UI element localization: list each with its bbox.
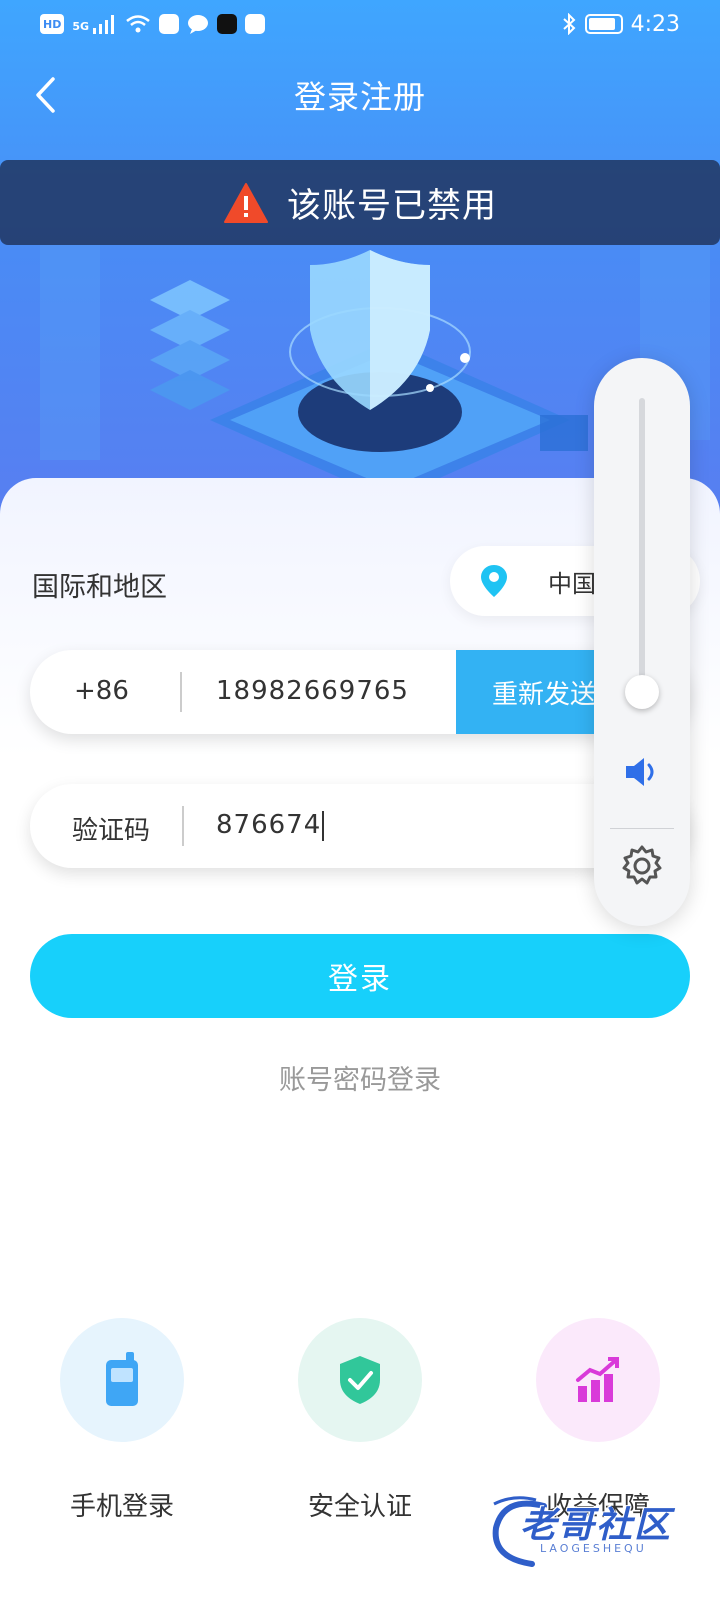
feature-shield-circle — [298, 1318, 422, 1442]
password-login-link[interactable]: 账号密码登录 — [0, 1058, 720, 1097]
back-button[interactable] — [22, 72, 68, 118]
region-value: 中国 — [548, 569, 596, 598]
resend-code-label: 重新发送 — [492, 679, 597, 710]
volume-divider — [610, 828, 674, 829]
message-icon — [188, 15, 209, 34]
country-code[interactable]: +86 — [74, 676, 129, 706]
text-caret — [322, 810, 325, 841]
volume-panel — [594, 358, 690, 926]
speaker-button[interactable] — [622, 754, 662, 794]
tiktok-icon — [217, 14, 238, 34]
feature-phone-login: 手机登录 — [60, 1318, 184, 1522]
phone-input-row: +86 18982669765 重新发送 — [30, 650, 690, 734]
phone-input[interactable]: 18982669765 — [216, 676, 409, 706]
code-value: 876674 — [216, 810, 322, 840]
watermark-subtext: LAOGESHEQU — [540, 1542, 647, 1555]
divider — [182, 806, 184, 846]
phone-icon — [106, 1352, 138, 1406]
feature-label: 安全认证 — [307, 1492, 412, 1522]
bluetooth-icon — [562, 13, 576, 35]
status-bar: HD 5G 4:23 — [0, 0, 720, 48]
page-title: 登录注册 — [293, 78, 426, 116]
feature-phone-circle — [60, 1318, 184, 1442]
feature-chart-circle — [536, 1318, 660, 1442]
region-label: 国际和地区 — [32, 572, 167, 603]
warning-icon — [224, 182, 268, 223]
code-input[interactable]: 876674 — [216, 810, 325, 841]
signal-icon — [93, 15, 115, 34]
growth-chart-icon — [576, 1357, 619, 1402]
feature-earnings: 收益保障 — [536, 1318, 660, 1522]
chevron-left-icon — [36, 77, 55, 113]
banner-text: 该账号已禁用 — [287, 186, 497, 226]
shield-check-icon — [340, 1356, 380, 1404]
navigation-bar: 登录注册 — [0, 60, 720, 130]
gear-icon — [622, 845, 662, 885]
wifi-icon — [126, 15, 150, 33]
battery-icon — [584, 14, 623, 34]
volume-slider-handle[interactable] — [625, 675, 659, 709]
feature-label: 手机登录 — [69, 1492, 174, 1522]
speaker-icon — [626, 758, 654, 786]
divider — [180, 672, 182, 712]
location-pin-icon — [481, 565, 507, 597]
status-time: 4:23 — [630, 11, 680, 37]
account-disabled-banner: 该账号已禁用 — [0, 160, 720, 245]
feature-security: 安全认证 — [298, 1318, 422, 1522]
code-label: 验证码 — [72, 816, 151, 846]
code-input-row: 验证码 876674 — [30, 784, 690, 868]
volume-settings-button[interactable] — [620, 844, 664, 892]
login-button[interactable]: 登录 — [30, 934, 690, 1018]
watermark-text: 老哥社区 — [520, 1505, 673, 1546]
volume-track[interactable] — [639, 398, 645, 698]
status-right: 4:23 — [561, 12, 680, 37]
hd-badge-icon: HD — [40, 14, 65, 34]
status-left: HD 5G — [40, 14, 266, 34]
app-notification-icon-2 — [245, 14, 266, 34]
watermark-logo: 老哥社区 LAOGESHEQU — [484, 1492, 704, 1572]
app-notification-icon — [159, 14, 180, 34]
network-type: 5G — [72, 20, 90, 33]
